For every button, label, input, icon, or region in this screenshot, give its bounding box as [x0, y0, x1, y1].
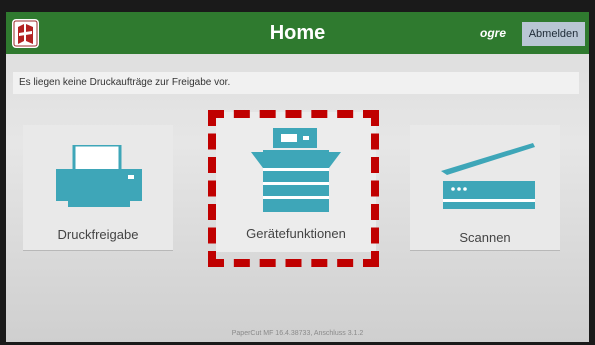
tile-scan-label: Scannen — [459, 230, 511, 245]
logout-button[interactable]: Abmelden — [522, 22, 585, 46]
tile-scan[interactable]: Scannen — [410, 125, 560, 251]
kiosk-screen: Home ogre Abmelden Es liegen keine Druck… — [6, 12, 589, 342]
printer-icon — [56, 145, 142, 207]
username-label: ogre — [480, 26, 507, 40]
status-message: Es liegen keine Druckaufträge zur Freiga… — [13, 72, 579, 94]
highlight-box — [208, 110, 379, 267]
tile-print-release[interactable]: Druckfreigabe — [23, 125, 173, 251]
scanner-icon — [441, 143, 535, 209]
tile-print-release-label: Druckfreigabe — [57, 227, 139, 242]
top-bar: Home ogre Abmelden — [6, 12, 589, 54]
version-footer: PaperCut MF 16.4.38733, Anschluss 3.1.2 — [231, 330, 364, 337]
